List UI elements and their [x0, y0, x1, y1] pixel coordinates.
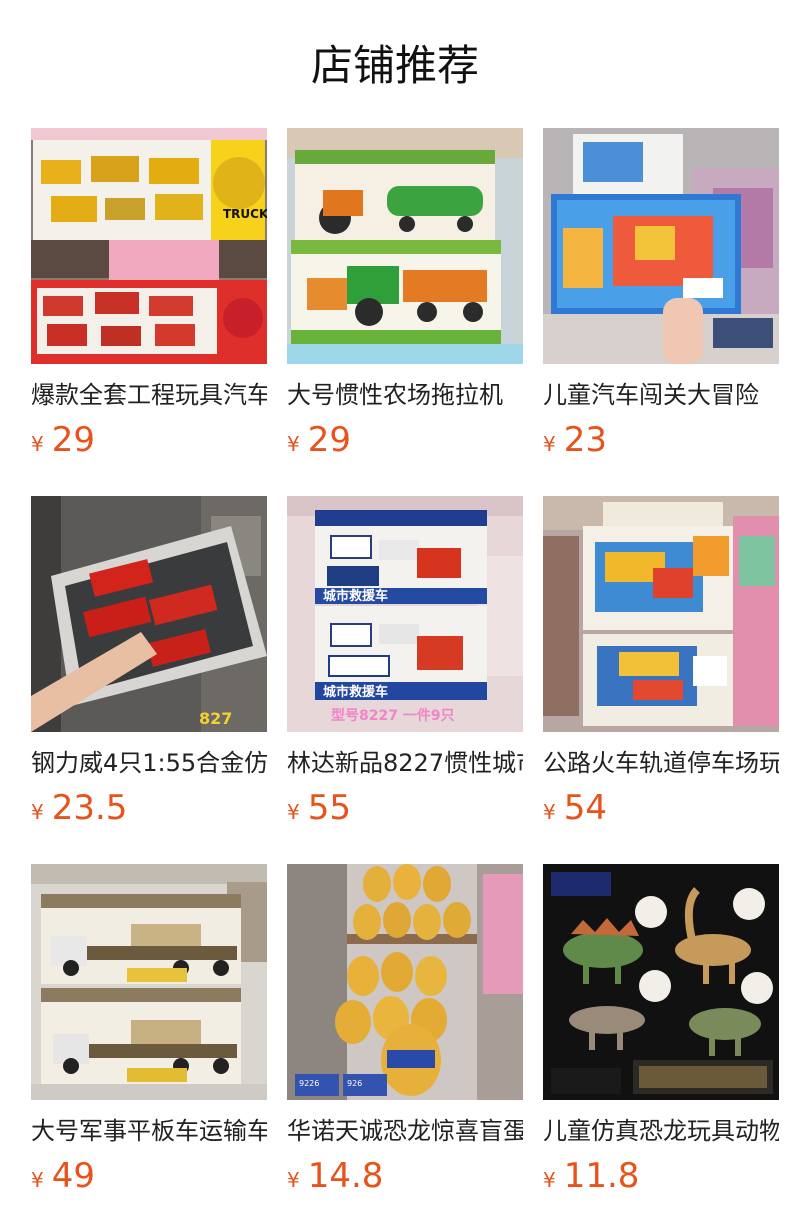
product-card[interactable]: 儿童仿真恐龙玩具动物 ¥11.8 — [543, 864, 779, 1204]
product-price: ¥23.5 — [31, 786, 127, 830]
price-amount: 14.8 — [307, 1156, 384, 1196]
product-card[interactable]: 827 钢力威4只1:55合金仿真 ¥23.5 — [31, 496, 267, 836]
dinosaur-photo-icon — [543, 864, 779, 1100]
svg-text:9226: 9226 — [299, 1079, 319, 1088]
currency-symbol: ¥ — [543, 1168, 556, 1192]
truck-set-photo-icon: TRUCK — [31, 128, 267, 364]
currency-symbol: ¥ — [287, 432, 300, 456]
product-name[interactable]: 钢力威4只1:55合金仿真 — [31, 746, 267, 780]
product-card[interactable]: TRUCK 爆款全套工程玩具汽车 ¥29 — [31, 128, 267, 468]
product-price: ¥29 — [287, 418, 351, 462]
product-image[interactable] — [543, 864, 779, 1100]
dino-egg-photo-icon: 9226 926 — [287, 864, 523, 1100]
adventure-track-photo-icon — [543, 128, 779, 364]
product-card[interactable]: 9226 926 华诺天诚恐龙惊喜盲蛋 ¥14.8 — [287, 864, 523, 1204]
product-price: ¥23 — [543, 418, 607, 462]
svg-text:型号8227 一件9只: 型号8227 一件9只 — [331, 707, 455, 724]
product-card[interactable]: 儿童汽车闯关大冒险 ¥23 — [543, 128, 779, 468]
farm-tractor-photo-icon — [287, 128, 523, 364]
product-name[interactable]: 大号惯性农场拖拉机 — [287, 378, 523, 412]
product-name[interactable]: 儿童仿真恐龙玩具动物 — [543, 1114, 779, 1148]
currency-symbol: ¥ — [31, 800, 44, 824]
product-card[interactable]: 公路火车轨道停车场玩具 ¥54 — [543, 496, 779, 836]
product-image[interactable]: 9226 926 — [287, 864, 523, 1100]
product-image[interactable] — [543, 496, 779, 732]
currency-symbol: ¥ — [543, 800, 556, 824]
product-card[interactable]: 城市救援车 城市救援车 型号8227 一件9只 林达新品8227惯性城市 ¥55 — [287, 496, 523, 836]
product-name[interactable]: 林达新品8227惯性城市 — [287, 746, 523, 780]
product-image[interactable]: 城市救援车 城市救援车 型号8227 一件9只 — [287, 496, 523, 732]
product-price: ¥49 — [31, 1154, 95, 1198]
currency-symbol: ¥ — [543, 432, 556, 456]
military-flatbed-photo-icon — [31, 864, 267, 1100]
currency-symbol: ¥ — [287, 1168, 300, 1192]
svg-text:827: 827 — [199, 709, 232, 728]
price-amount: 54 — [563, 788, 607, 828]
price-amount: 23.5 — [51, 788, 128, 828]
product-card[interactable]: 大号惯性农场拖拉机 ¥29 — [287, 128, 523, 468]
price-amount: 55 — [307, 788, 351, 828]
product-image[interactable] — [543, 128, 779, 364]
currency-symbol: ¥ — [287, 800, 300, 824]
rescue-car-photo-icon: 城市救援车 城市救援车 型号8227 一件9只 — [287, 496, 523, 732]
price-amount: 23 — [563, 420, 607, 460]
product-name[interactable]: 儿童汽车闯关大冒险 — [543, 378, 779, 412]
product-card[interactable]: 大号军事平板车运输车 ¥49 — [31, 864, 267, 1204]
product-image[interactable]: 827 — [31, 496, 267, 732]
product-image[interactable]: TRUCK — [31, 128, 267, 364]
price-amount: 11.8 — [563, 1156, 640, 1196]
currency-symbol: ¥ — [31, 1168, 44, 1192]
product-price: ¥14.8 — [287, 1154, 383, 1198]
price-amount: 29 — [51, 420, 95, 460]
svg-text:城市救援车: 城市救援车 — [323, 684, 388, 700]
product-price: ¥29 — [31, 418, 95, 462]
currency-symbol: ¥ — [31, 432, 44, 456]
product-name[interactable]: 爆款全套工程玩具汽车 — [31, 378, 267, 412]
product-price: ¥11.8 — [543, 1154, 639, 1198]
product-price: ¥55 — [287, 786, 351, 830]
price-amount: 49 — [51, 1156, 95, 1196]
svg-text:TRUCK: TRUCK — [223, 207, 267, 221]
product-image[interactable] — [31, 864, 267, 1100]
price-amount: 29 — [307, 420, 351, 460]
product-name[interactable]: 大号军事平板车运输车 — [31, 1114, 267, 1148]
page-title: 店铺推荐 — [310, 41, 479, 90]
product-name[interactable]: 华诺天诚恐龙惊喜盲蛋 — [287, 1114, 523, 1148]
product-name[interactable]: 公路火车轨道停车场玩具 — [543, 746, 779, 780]
svg-text:城市救援车: 城市救援车 — [323, 588, 388, 604]
product-price: ¥54 — [543, 786, 607, 830]
product-image[interactable] — [287, 128, 523, 364]
fire-truck-photo-icon: 827 — [31, 496, 267, 732]
svg-text:926: 926 — [347, 1079, 362, 1088]
train-parking-photo-icon — [543, 496, 779, 732]
